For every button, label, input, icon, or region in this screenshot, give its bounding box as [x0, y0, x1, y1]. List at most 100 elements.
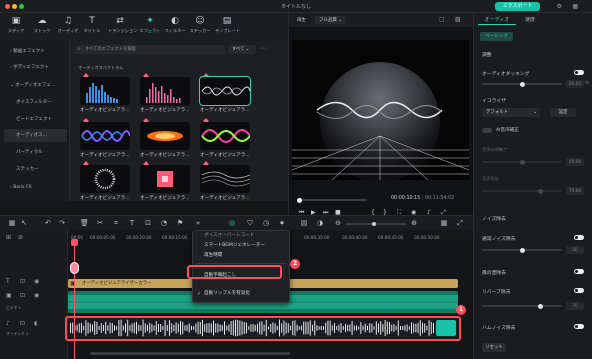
toolbar-template[interactable]: ▤ テンプレート — [215, 15, 240, 39]
ai-icon[interactable]: ◎ — [228, 219, 236, 227]
more-tools-icon[interactable]: » — [194, 219, 202, 227]
clock-icon[interactable]: ◷ — [262, 219, 270, 227]
playhead-marker[interactable] — [70, 262, 79, 274]
menu-item-auto-ripple[interactable]: ✓ 自動リップルを有効化 — [193, 289, 291, 299]
slider-knob[interactable] — [538, 188, 543, 194]
toolbar-title[interactable]: T タイトル — [80, 15, 104, 39]
sidebar-item-body-effects[interactable]: › ボディエフェクト — [4, 61, 67, 74]
tab-audio[interactable]: オーディオ — [478, 15, 516, 25]
voice-quality-slider[interactable] — [482, 159, 562, 165]
sidebar-item-voice-filter[interactable]: ボイスフィルター — [4, 96, 67, 109]
reverb-slider[interactable] — [482, 303, 562, 309]
reverb-value[interactable]: 70 — [566, 302, 584, 310]
effect-thumb[interactable] — [140, 122, 190, 150]
reset-button[interactable]: リセット — [482, 343, 506, 352]
effect-thumb-selected[interactable] — [199, 76, 251, 106]
cut-icon[interactable]: ✂ — [96, 219, 104, 227]
effect-thumb[interactable] — [80, 122, 130, 150]
menu-item-duration[interactable]: 再生時間 — [193, 251, 291, 261]
normal-noise-value[interactable]: 50 — [566, 246, 584, 254]
audio-mix-icon[interactable]: ▤ — [300, 219, 308, 227]
zoom-knob[interactable] — [372, 221, 376, 226]
effect-thumb[interactable] — [140, 77, 190, 105]
grid-icon[interactable]: ▦ — [440, 219, 448, 227]
normal-noise-slider[interactable] — [482, 247, 562, 253]
zoom-in-icon[interactable]: ⊕ — [410, 219, 418, 227]
add-track-icon[interactable]: ⊞ — [6, 234, 11, 241]
slider-knob[interactable] — [520, 247, 525, 253]
crop-icon[interactable]: ⌗ — [112, 219, 120, 227]
layout-icon[interactable]: ▦ — [8, 219, 16, 227]
voice-enhance-value[interactable]: 70.00 — [566, 187, 584, 195]
sidebar-item-video-effects[interactable]: › 動画エフェクト — [4, 45, 67, 58]
slider-knob[interactable] — [520, 81, 525, 87]
expand-icon[interactable]: ⤢ — [456, 219, 464, 227]
eq-select[interactable]: デフォルト ⌄ — [482, 108, 540, 117]
eq-setting-button[interactable]: 設定 — [550, 108, 576, 117]
preview-scrubber[interactable] — [297, 197, 367, 203]
shield-icon[interactable]: ⛉ — [246, 219, 254, 227]
undo-icon[interactable]: ↶ — [44, 219, 52, 227]
effects-filter-select[interactable]: すべて ⌄ — [228, 45, 256, 54]
sidebar-item-particle[interactable]: パーティクル — [4, 146, 67, 159]
ducking-slider[interactable] — [482, 81, 562, 87]
eye-icon[interactable]: ◉ — [34, 278, 39, 285]
slider-knob[interactable] — [538, 303, 543, 309]
reverb-toggle[interactable] — [574, 288, 584, 293]
tab-speed[interactable]: 速度 — [518, 15, 542, 25]
wind-noise-toggle[interactable] — [574, 269, 584, 274]
tab-basic[interactable]: ベーシック — [480, 32, 513, 41]
slider-knob[interactable] — [520, 159, 525, 165]
ai-voice-toggle[interactable] — [482, 128, 492, 133]
speed-icon[interactable]: ◔ — [160, 219, 168, 227]
snapshot-icon[interactable]: ▢ — [439, 16, 445, 23]
effect-thumb[interactable] — [80, 165, 130, 193]
playhead[interactable] — [74, 242, 75, 359]
effects-search-input[interactable]: すべてのエフェクトを検索 — [75, 45, 225, 54]
text-icon[interactable]: T — [128, 219, 136, 227]
effect-thumb[interactable] — [200, 122, 250, 150]
video-canvas[interactable] — [292, 40, 469, 180]
color-icon[interactable]: ◑ — [316, 219, 324, 227]
marker-icon[interactable]: ⚑ — [176, 219, 184, 227]
delete-icon[interactable]: 🗑 — [80, 219, 89, 227]
more-icon[interactable]: ⋯ — [260, 45, 266, 52]
toolbar-filter[interactable]: ◐ フィルター — [163, 15, 187, 39]
sidebar-item-boris-fx[interactable]: › Boris FX — [4, 181, 67, 194]
toolbar-media[interactable]: ▣ メディア — [4, 15, 28, 39]
toolbar-sticker[interactable]: ☺ ステッカー — [188, 15, 212, 39]
voice-quality-value[interactable]: 50.00 — [566, 158, 584, 166]
normal-noise-toggle[interactable] — [574, 235, 584, 240]
quality-select[interactable]: フル品質 ⌄ — [315, 16, 347, 24]
preview-tab[interactable]: 再生 — [297, 17, 306, 23]
menu-item-voiceover[interactable]: ボイスオーバーレコード — [193, 231, 291, 241]
playhead-handle[interactable] — [71, 239, 78, 246]
sidebar-item-audio-effects[interactable]: ⌄ オーディオエフェ... — [4, 79, 67, 92]
sidebar-item-audio-spectrum[interactable]: オーディオス... — [4, 129, 67, 142]
sidebar-item-sticker[interactable]: ステッカー — [4, 163, 67, 176]
lock-icon[interactable]: ⊡ — [20, 292, 25, 299]
layout-icon[interactable]: ▦ — [572, 3, 578, 10]
voice-enhance-slider[interactable] — [482, 188, 562, 194]
ducking-value[interactable]: 50.00 — [566, 80, 584, 88]
toolbar-stock[interactable]: ☁ ストック — [30, 15, 54, 39]
toolbar-effect[interactable]: ✦ エフェクト — [138, 15, 162, 39]
select-icon[interactable]: ↖ — [20, 219, 28, 227]
effect-thumb[interactable] — [140, 165, 190, 193]
eye-icon[interactable]: ◉ — [34, 292, 39, 299]
export-button[interactable]: エクスポート — [495, 2, 540, 11]
mic-icon[interactable]: ⏺ — [278, 219, 286, 227]
toolbar-audio[interactable]: ♫ オーディオ — [56, 15, 80, 39]
effect-thumb[interactable] — [80, 77, 130, 105]
settings-icon[interactable]: ⚙ — [557, 3, 562, 10]
zoom-slider[interactable] — [346, 221, 406, 226]
image-icon[interactable]: ▨ — [455, 16, 461, 23]
sidebar-item-beat-effect[interactable]: ビートエフェクト — [4, 113, 67, 126]
hum-noise-toggle[interactable] — [574, 324, 584, 329]
speaker-icon[interactable]: ◖ — [34, 320, 37, 327]
redo-icon[interactable]: ↷ — [58, 219, 66, 227]
lock-icon[interactable]: ⊡ — [20, 320, 25, 327]
effect-thumb[interactable] — [200, 165, 250, 193]
lock-icon[interactable]: ⊡ — [20, 278, 25, 285]
ducking-toggle[interactable] — [574, 70, 584, 75]
